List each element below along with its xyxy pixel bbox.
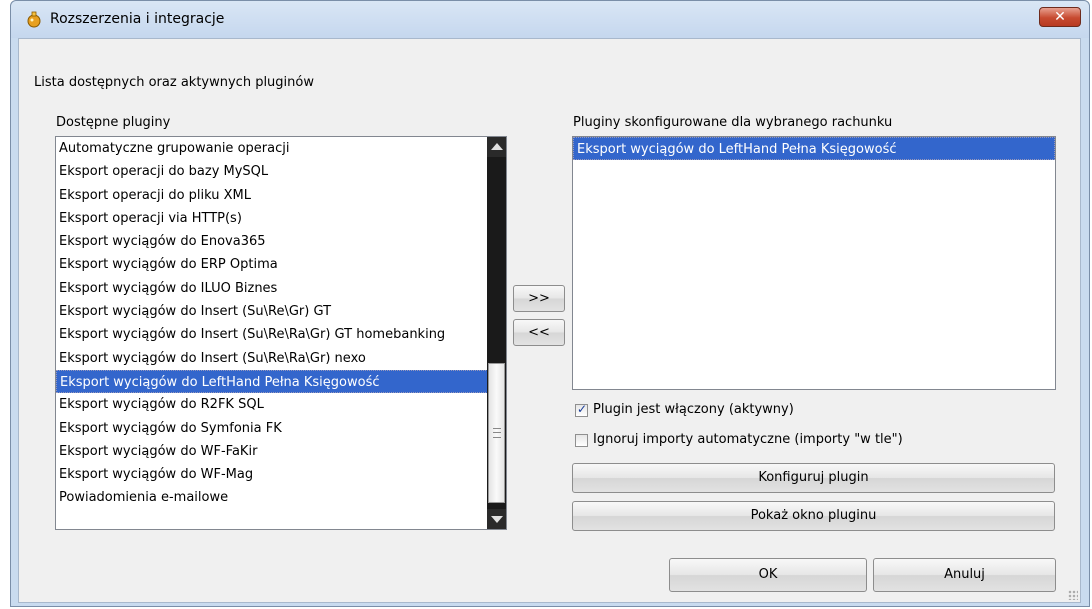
- available-plugin-item[interactable]: Eksport wyciągów do Enova365: [56, 230, 506, 253]
- ignore-auto-imports-checkbox[interactable]: ✓: [575, 434, 588, 447]
- available-plugin-item[interactable]: Eksport operacji do pliku XML: [56, 184, 506, 207]
- remove-plugin-button[interactable]: <<: [513, 319, 565, 346]
- available-plugin-item[interactable]: Eksport operacji via HTTP(s): [56, 207, 506, 230]
- ignore-auto-imports-label: Ignoruj importy automatyczne (importy "w…: [593, 432, 903, 447]
- available-plugin-item[interactable]: Eksport wyciągów do WF-Mag: [56, 463, 506, 486]
- available-plugin-item[interactable]: Eksport wyciągów do WF-FaKir: [56, 440, 506, 463]
- available-plugin-item[interactable]: Eksport wyciągów do ILUO Biznes: [56, 277, 506, 300]
- plugin-enabled-checkbox[interactable]: ✓: [575, 402, 588, 417]
- resize-grip-icon[interactable]: [1068, 590, 1078, 600]
- window-title: Rozszerzenia i integracje: [50, 11, 225, 27]
- dialog-content: Lista dostępnych oraz aktywnych pluginów…: [18, 38, 1081, 603]
- configured-plugins-list[interactable]: Eksport wyciągów do LeftHand Pełna Księg…: [572, 136, 1056, 390]
- available-plugins-items: Automatyczne grupowanie operacji Eksport …: [56, 137, 506, 510]
- available-plugin-item[interactable]: Eksport wyciągów do R2FK SQL: [56, 393, 506, 416]
- available-plugin-item[interactable]: Eksport operacji do bazy MySQL: [56, 160, 506, 183]
- available-plugin-item[interactable]: Powiadomienia e-mailowe: [56, 486, 506, 509]
- arrow-down-icon: [491, 516, 503, 523]
- title-bar[interactable]: Rozszerzenia i integracje ✕: [11, 1, 1089, 38]
- available-plugin-item[interactable]: Eksport wyciągów do Insert (Su\Re\Ra\Gr)…: [56, 323, 506, 346]
- scroll-up-button[interactable]: [487, 137, 506, 157]
- available-plugin-item[interactable]: Eksport wyciągów do Symfonia FK: [56, 417, 506, 440]
- ok-button[interactable]: OK: [669, 558, 867, 592]
- configured-plugins-label: Pluginy skonfigurowane dla wybranego rac…: [573, 115, 893, 130]
- configure-plugin-button[interactable]: Konfiguruj plugin: [572, 463, 1055, 493]
- scroll-thumb[interactable]: [488, 363, 505, 503]
- plugin-enabled-label: Plugin jest włączony (aktywny): [593, 402, 794, 417]
- dialog-window: Rozszerzenia i integracje ✕ Lista dostęp…: [10, 0, 1090, 607]
- available-plugins-label: Dostępne pluginy: [56, 115, 171, 130]
- configured-plugins-items: Eksport wyciągów do LeftHand Pełna Księg…: [573, 137, 1055, 161]
- cancel-button[interactable]: Anuluj: [873, 558, 1056, 592]
- arrow-up-icon: [491, 143, 503, 150]
- available-plugins-list[interactable]: Automatyczne grupowanie operacji Eksport …: [55, 136, 507, 530]
- available-plugin-item[interactable]: Eksport wyciągów do Insert (Su\Re\Ra\Gr)…: [56, 347, 506, 370]
- app-icon: [27, 11, 41, 28]
- scroll-down-button[interactable]: [487, 509, 506, 529]
- available-plugin-item[interactable]: Eksport wyciągów do LeftHand Pełna Księg…: [56, 369, 506, 394]
- configured-plugin-item[interactable]: Eksport wyciągów do LeftHand Pełna Księg…: [573, 137, 1055, 161]
- checkmark-icon: ✓: [577, 402, 588, 416]
- available-plugin-item[interactable]: Eksport wyciągów do Insert (Su\Re\Gr) GT: [56, 300, 506, 323]
- close-button[interactable]: ✕: [1039, 7, 1081, 27]
- dialog-subtitle: Lista dostępnych oraz aktywnych pluginów: [34, 75, 314, 90]
- available-plugin-item[interactable]: Eksport wyciągów do ERP Optima: [56, 253, 506, 276]
- add-plugin-button[interactable]: >>: [513, 285, 565, 312]
- show-plugin-window-button[interactable]: Pokaż okno pluginu: [572, 501, 1055, 531]
- available-plugin-item[interactable]: Automatyczne grupowanie operacji: [56, 137, 506, 160]
- available-plugins-scrollbar[interactable]: [487, 137, 506, 529]
- grip-icon: [493, 428, 501, 438]
- close-icon: ✕: [1054, 9, 1066, 25]
